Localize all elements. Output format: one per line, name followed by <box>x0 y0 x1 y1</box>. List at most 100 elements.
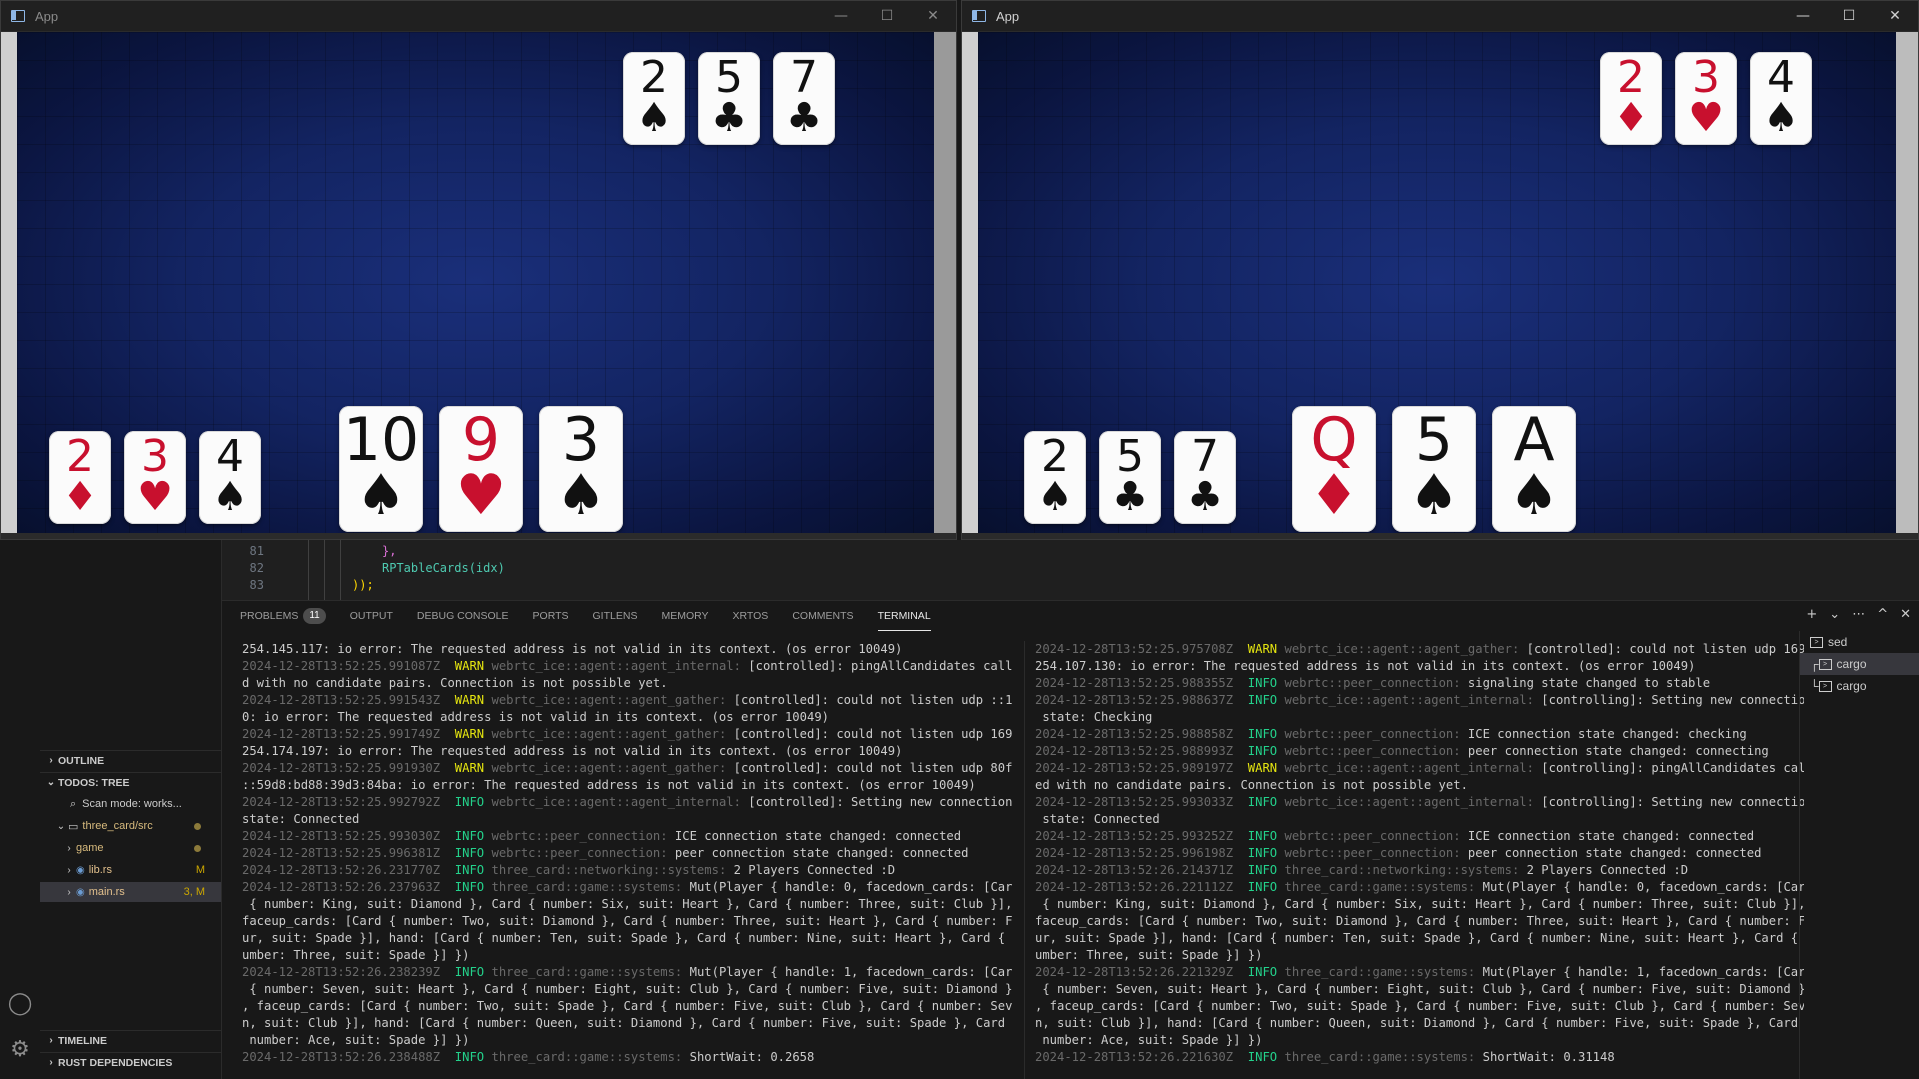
tab-comments[interactable]: COMMENTS <box>792 601 853 631</box>
game-table[interactable]: 2 ♠ 5 ♣ 7 ♣ 2 ♦ 3 ♥ 4 ♠ 10 ♠ 9 ♥ 3 ♠ <box>17 32 934 533</box>
playing-card[interactable]: 10 ♠ <box>339 406 423 532</box>
tree-item-lib-rs[interactable]: › ◉ lib.rs M <box>40 860 221 880</box>
card-suit-icon: ♣ <box>1112 474 1148 520</box>
playing-card[interactable]: 2 ♦ <box>49 431 111 524</box>
terminal-item-sed[interactable]: > sed <box>1800 631 1919 653</box>
tab-xrtos[interactable]: XRTOS <box>733 601 769 631</box>
folder-item-src[interactable]: ⌄ ▭ three_card/src <box>40 816 221 836</box>
tab-ports[interactable]: PORTS <box>533 601 569 631</box>
log-timestamp: 2024-12-28T13:52:25.993030Z <box>242 829 455 843</box>
log-level: INFO <box>1247 676 1285 690</box>
tab-label: DEBUG CONSOLE <box>416 610 509 622</box>
playing-card[interactable]: 4 ♠ <box>1750 52 1812 145</box>
playing-card[interactable]: 7 ♣ <box>1174 431 1236 524</box>
log-timestamp: 2024-12-28T13:52:26.221329Z <box>1035 965 1248 979</box>
log-message: faceup_cards: [Card { number: Two, suit:… <box>242 914 1012 928</box>
chevron-down-icon[interactable]: ⌄ <box>1829 607 1840 622</box>
card-rank: A <box>1513 405 1555 475</box>
todos-tree-header[interactable]: ⌄ TODOS: TREE <box>40 772 221 792</box>
log-message: Mut(Player { handle: 0, facedown_cards: … <box>1482 880 1804 894</box>
log-target: three_card::game::systems: <box>491 880 690 894</box>
card-suit-icon: ♥ <box>137 474 173 520</box>
game-table[interactable]: 2 ♦ 3 ♥ 4 ♠ 2 ♠ 5 ♣ 7 ♣ Q ♦ 5 ♠ A ♠ <box>978 32 1896 533</box>
log-message: 0: io error: The requested address is no… <box>242 710 829 724</box>
close-button[interactable]: ✕ <box>1872 8 1918 24</box>
log-message: d with no candidate pairs. Connection is… <box>242 676 668 690</box>
log-level: INFO <box>454 965 492 979</box>
log-level: INFO <box>454 846 492 860</box>
search-icon: ⌕ <box>70 797 77 810</box>
log-level: INFO <box>1247 693 1285 707</box>
playing-card[interactable]: 5 ♣ <box>698 52 760 145</box>
playing-card[interactable]: 2 ♠ <box>1024 431 1086 524</box>
terminal-line: 2024-12-28T13:52:25.989197Z WARN webrtc_… <box>1035 760 1804 777</box>
more-actions-button[interactable]: ⋯ <box>1852 607 1865 622</box>
card-rank: 9 <box>461 405 501 475</box>
playing-card[interactable]: 7 ♣ <box>773 52 835 145</box>
gear-icon[interactable]: ⚙ <box>6 1036 34 1064</box>
outline-section-header[interactable]: › OUTLINE <box>40 750 221 770</box>
log-message: , faceup_cards: [Card { number: Two, sui… <box>242 999 1012 1013</box>
log-target: webrtc::peer_connection: <box>1284 676 1468 690</box>
log-message: [controlled]: could not listen udp 169. <box>733 727 1012 741</box>
log-message: signaling state changed to stable <box>1467 676 1711 690</box>
playing-card[interactable]: 5 ♣ <box>1099 431 1161 524</box>
maximize-button[interactable]: ☐ <box>864 8 910 24</box>
new-terminal-button[interactable]: + <box>1806 607 1817 622</box>
log-target: webrtc_ice::agent::agent_internal: <box>491 795 749 809</box>
maximize-button[interactable]: ☐ <box>1826 8 1872 24</box>
terminal-list: > sed ┌ > cargo └ > cargo <box>1799 631 1919 1079</box>
playing-card[interactable]: 9 ♥ <box>439 406 523 532</box>
terminal-line: 2024-12-28T13:52:25.992792Z INFO webrtc_… <box>242 794 1012 811</box>
tab-gitlens[interactable]: GITLENS <box>593 601 638 631</box>
window-titlebar[interactable]: App — ☐ ✕ <box>1 1 956 31</box>
terminal-line: 0: io error: The requested address is no… <box>242 709 1012 726</box>
card-rank: 4 <box>1767 52 1795 103</box>
playing-card[interactable]: A ♠ <box>1492 406 1576 532</box>
log-message: [controlled]: Setting new connection <box>748 795 1012 809</box>
terminal-pane-1[interactable]: 254.145.117: io error: The requested add… <box>242 641 1012 1079</box>
playing-card[interactable]: 3 ♠ <box>539 406 623 532</box>
vscode-window: ◯ ⚙ › OUTLINE ⌄ TODOS: TREE ⌕ Scan mode:… <box>0 540 1919 1079</box>
log-message: ur, suit: Spade }], hand: [Card { number… <box>1035 931 1804 945</box>
tab-output[interactable]: OUTPUT <box>350 601 393 631</box>
card-suit-icon: ♦ <box>62 474 98 520</box>
close-panel-button[interactable]: ✕ <box>1900 607 1911 622</box>
maximize-panel-button[interactable]: ^ <box>1877 607 1888 622</box>
tab-debug-console[interactable]: DEBUG CONSOLE <box>417 601 509 631</box>
log-message: peer connection state changed: connected <box>674 846 969 860</box>
minimize-button[interactable]: — <box>818 8 864 24</box>
window-titlebar[interactable]: App — ☐ ✕ <box>962 1 1918 31</box>
terminal-line: n, suit: Club }], hand: [Card { number: … <box>1035 1015 1804 1032</box>
terminal-item-cargo-1[interactable]: ┌ > cargo <box>1800 653 1919 675</box>
activity-bar: ◯ ⚙ <box>0 540 40 1079</box>
log-timestamp: 2024-12-28T13:52:25.989197Z <box>1035 761 1248 775</box>
tab-memory[interactable]: MEMORY <box>661 601 708 631</box>
rust-deps-section-header[interactable]: › RUST DEPENDENCIES <box>40 1052 221 1072</box>
playing-card[interactable]: 2 ♠ <box>623 52 685 145</box>
timeline-section-header[interactable]: › TIMELINE <box>40 1030 221 1050</box>
tree-item-game[interactable]: › game <box>40 838 221 858</box>
log-target: webrtc_ice::agent::agent_gather: <box>491 693 734 707</box>
playing-card[interactable]: 2 ♦ <box>1600 52 1662 145</box>
close-button[interactable]: ✕ <box>910 8 956 24</box>
playing-card[interactable]: Q ♦ <box>1292 406 1376 532</box>
playing-card[interactable]: 3 ♥ <box>1675 52 1737 145</box>
tab-problems[interactable]: PROBLEMS 11 <box>240 601 326 631</box>
account-icon[interactable]: ◯ <box>6 990 34 1018</box>
card-rank: 5 <box>715 52 743 103</box>
log-message: n, suit: Club }], hand: [Card { number: … <box>242 1016 1012 1030</box>
tab-terminal[interactable]: TERMINAL <box>877 601 931 631</box>
terminal-item-cargo-2[interactable]: └ > cargo <box>1800 675 1919 697</box>
minimize-button[interactable]: — <box>1780 8 1826 24</box>
tree-item-main-rs[interactable]: › ◉ main.rs 3, M <box>40 882 221 902</box>
line-number: 81 <box>249 544 264 558</box>
scan-mode-item[interactable]: ⌕ Scan mode: works... <box>40 794 221 814</box>
code-editor[interactable]: 81 }, 82 RPTableCards(idx) 83 )); <box>222 540 1919 600</box>
playing-card[interactable]: 3 ♥ <box>124 431 186 524</box>
playing-card[interactable]: 5 ♠ <box>1392 406 1476 532</box>
terminal-pane-2[interactable]: 2024-12-28T13:52:25.975708Z WARN webrtc_… <box>1024 641 1804 1079</box>
playing-card[interactable]: 4 ♠ <box>199 431 261 524</box>
card-rank: 2 <box>1617 52 1645 103</box>
log-target: webrtc::peer_connection: <box>1284 829 1468 843</box>
